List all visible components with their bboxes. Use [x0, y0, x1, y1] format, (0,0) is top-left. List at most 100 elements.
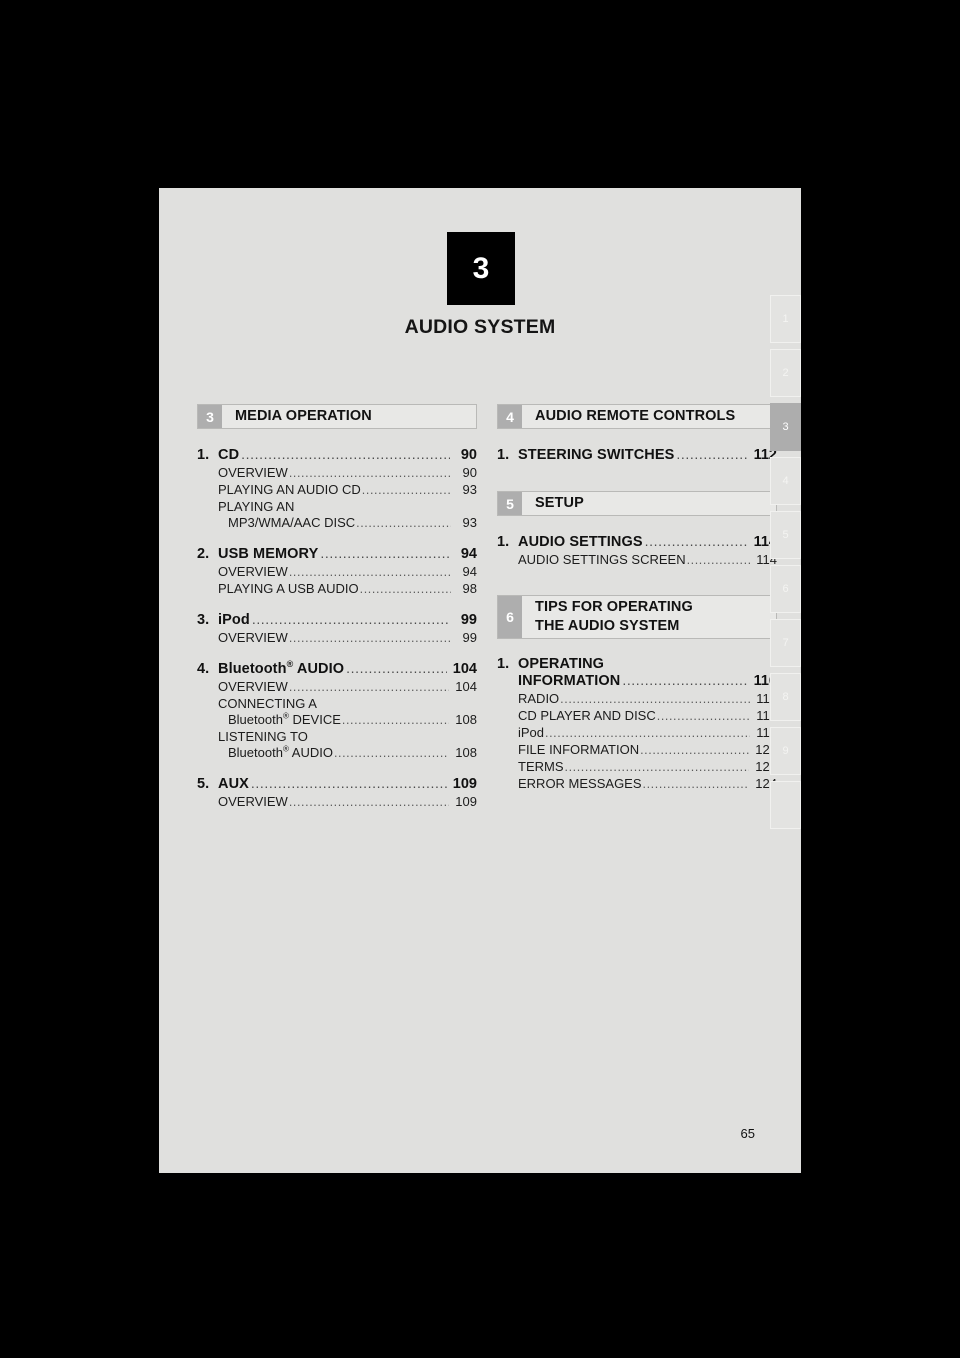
- chapter-tab-blank[interactable]: [770, 781, 801, 829]
- toc-subentry-page: 90: [462, 465, 477, 480]
- section-header-tips[interactable]: 6 TIPS FOR OPERATING THE AUDIO SYSTEM: [497, 595, 777, 639]
- toc-subentry[interactable]: OVERVIEW ...............................…: [197, 630, 477, 645]
- chapter-tab-5[interactable]: 5: [770, 511, 801, 559]
- chapter-title: AUDIO SYSTEM: [404, 316, 556, 338]
- toc-subentry[interactable]: RADIO ..................................…: [497, 691, 777, 706]
- toc-subentry-page: 104: [455, 679, 477, 694]
- section-header-media-operation[interactable]: 3 MEDIA OPERATION: [197, 404, 477, 429]
- dot-leader: ........................................…: [545, 726, 751, 740]
- toc-subentry[interactable]: OVERVIEW ...............................…: [197, 564, 477, 579]
- dot-leader: ........................................…: [341, 713, 449, 727]
- toc-entry[interactable]: 5. AUX .................................…: [197, 775, 477, 792]
- toc-subentry[interactable]: Bluetooth® AUDIO .......................…: [197, 745, 477, 760]
- toc-subentry[interactable]: iPod ...................................…: [497, 725, 777, 740]
- chapter-tab-9[interactable]: 9: [770, 727, 801, 775]
- toc-entry-number: 1.: [197, 447, 210, 463]
- dot-leader: ........................................…: [356, 516, 451, 530]
- dot-leader: ........................................…: [288, 631, 451, 645]
- toc-list-setup: 1. AUDIO SETTINGS ......................…: [497, 533, 777, 567]
- toc-list-audio-remote-controls: 1. STEERING SWITCHES ...................…: [497, 446, 777, 463]
- chapter-tab-1[interactable]: 1: [770, 295, 801, 343]
- toc-subentry[interactable]: PLAYING AN AUDIO CD ....................…: [197, 482, 477, 497]
- toc-subentry-page: 93: [462, 515, 477, 530]
- toc-entry-page: 99: [460, 612, 477, 628]
- section-header-audio-remote-controls[interactable]: 4 AUDIO REMOTE CONTROLS: [497, 404, 777, 429]
- screenshot-viewport: 3 AUDIO SYSTEM 3 MEDIA OPERATION 1. CD .…: [0, 0, 960, 1358]
- toc-subentry-title-line1: CONNECTING A: [218, 696, 317, 711]
- toc-entry[interactable]: 2. USB MEMORY ..........................…: [197, 545, 477, 562]
- toc-entry[interactable]: 1. STEERING SWITCHES ...................…: [497, 446, 777, 463]
- toc-column-right: 4 AUDIO REMOTE CONTROLS 1. STEERING SWIT…: [497, 404, 777, 797]
- chapter-tab-4[interactable]: 4: [770, 457, 801, 505]
- chapter-tab-8[interactable]: 8: [770, 673, 801, 721]
- toc-entry-title: CD: [218, 447, 240, 463]
- chapter-tab-label: 2: [782, 366, 789, 379]
- toc-entry[interactable]: 3. iPod ................................…: [197, 611, 477, 628]
- toc-entry-continuation[interactable]: INFORMATION ............................…: [497, 672, 777, 689]
- toc-subentry[interactable]: OVERVIEW ...............................…: [197, 465, 477, 480]
- toc-subentry[interactable]: ERROR MESSAGES .........................…: [497, 776, 777, 791]
- toc-subentry-page: 94: [462, 564, 477, 579]
- toc-subentry-title: iPod: [518, 725, 545, 740]
- toc-subentry-page: 93: [462, 482, 477, 497]
- toc-subentry[interactable]: MP3/WMA/AAC DISC .......................…: [197, 515, 477, 530]
- toc-subentry-title: TERMS: [518, 759, 564, 774]
- dot-leader: ........................................…: [642, 777, 750, 791]
- section-header-setup[interactable]: 5 SETUP: [497, 491, 777, 516]
- chapter-tab-6[interactable]: 6: [770, 565, 801, 613]
- toc-subentry[interactable]: FILE INFORMATION .......................…: [497, 742, 777, 757]
- toc-entry[interactable]: 4. Bluetooth® AUDIO ....................…: [197, 660, 477, 677]
- chapter-tab-label: 5: [782, 528, 789, 541]
- section-label-line2: THE AUDIO SYSTEM: [535, 618, 680, 634]
- dot-leader: ........................................…: [346, 660, 447, 676]
- section-label: AUDIO REMOTE CONTROLS: [535, 407, 736, 424]
- toc-entry-title: iPod: [218, 612, 250, 628]
- chapter-tab-3[interactable]: 3: [770, 403, 801, 451]
- toc-subentry-title: ERROR MESSAGES: [518, 776, 642, 791]
- toc-entry-number: 3.: [197, 612, 210, 628]
- toc-subentry-title-line1: LISTENING TO: [218, 729, 308, 744]
- toc-subentry-page: 108: [455, 712, 477, 727]
- section-label: SETUP: [535, 494, 584, 511]
- manual-page: 3 AUDIO SYSTEM 3 MEDIA OPERATION 1. CD .…: [159, 188, 801, 1173]
- dot-leader: ........................................…: [288, 466, 451, 480]
- toc-subentry[interactable]: OVERVIEW ...............................…: [197, 794, 477, 809]
- toc-subentry[interactable]: CD PLAYER AND DISC .....................…: [497, 708, 777, 723]
- toc-entry[interactable]: 1. OPERATING: [497, 656, 777, 672]
- toc-subentry[interactable]: AUDIO SETTINGS SCREEN ..................…: [497, 552, 777, 567]
- toc-entry-page: 94: [460, 546, 477, 562]
- toc-subentry[interactable]: Bluetooth® DEVICE ......................…: [197, 712, 477, 727]
- dot-leader: ........................................…: [686, 553, 751, 567]
- chapter-tab-label: 7: [782, 636, 789, 649]
- toc-subentry-title: OVERVIEW: [218, 564, 288, 579]
- chapter-tab-label: 8: [782, 690, 789, 703]
- toc-subentry[interactable]: TERMS ..................................…: [497, 759, 777, 774]
- toc-subentry-title: OVERVIEW: [218, 465, 288, 480]
- toc-subentry-title-line2: Bluetooth® AUDIO: [228, 744, 333, 760]
- toc-entry-page: 104: [452, 661, 477, 677]
- toc-subentry-title: PLAYING AN AUDIO CD: [218, 482, 361, 497]
- section-number: 4: [498, 405, 522, 428]
- toc-entry-number: 4.: [197, 661, 210, 677]
- chapter-tab-2[interactable]: 2: [770, 349, 801, 397]
- dot-leader: ........................................…: [564, 760, 750, 774]
- dot-leader: ........................................…: [241, 446, 450, 462]
- dot-leader: ........................................…: [361, 483, 451, 497]
- toc-subentry-title: FILE INFORMATION: [518, 742, 640, 757]
- chapter-tab-7[interactable]: 7: [770, 619, 801, 667]
- toc-entry[interactable]: 1. AUDIO SETTINGS ......................…: [497, 533, 777, 550]
- chapter-tab-label: 3: [782, 420, 789, 433]
- chapter-number: 3: [472, 251, 490, 285]
- toc-entry-number: 1.: [497, 447, 510, 463]
- dot-leader: ........................................…: [288, 680, 449, 694]
- toc-entry-title: USB MEMORY: [218, 546, 319, 562]
- toc-subentry-title: PLAYING A USB AUDIO: [218, 581, 359, 596]
- toc-entry[interactable]: 1. CD ..................................…: [197, 446, 477, 463]
- toc-subentry[interactable]: PLAYING A USB AUDIO ....................…: [197, 581, 477, 596]
- toc-subentry[interactable]: OVERVIEW ...............................…: [197, 679, 477, 694]
- dot-leader: ........................................…: [250, 775, 447, 791]
- toc-entry-number: 1.: [497, 534, 510, 550]
